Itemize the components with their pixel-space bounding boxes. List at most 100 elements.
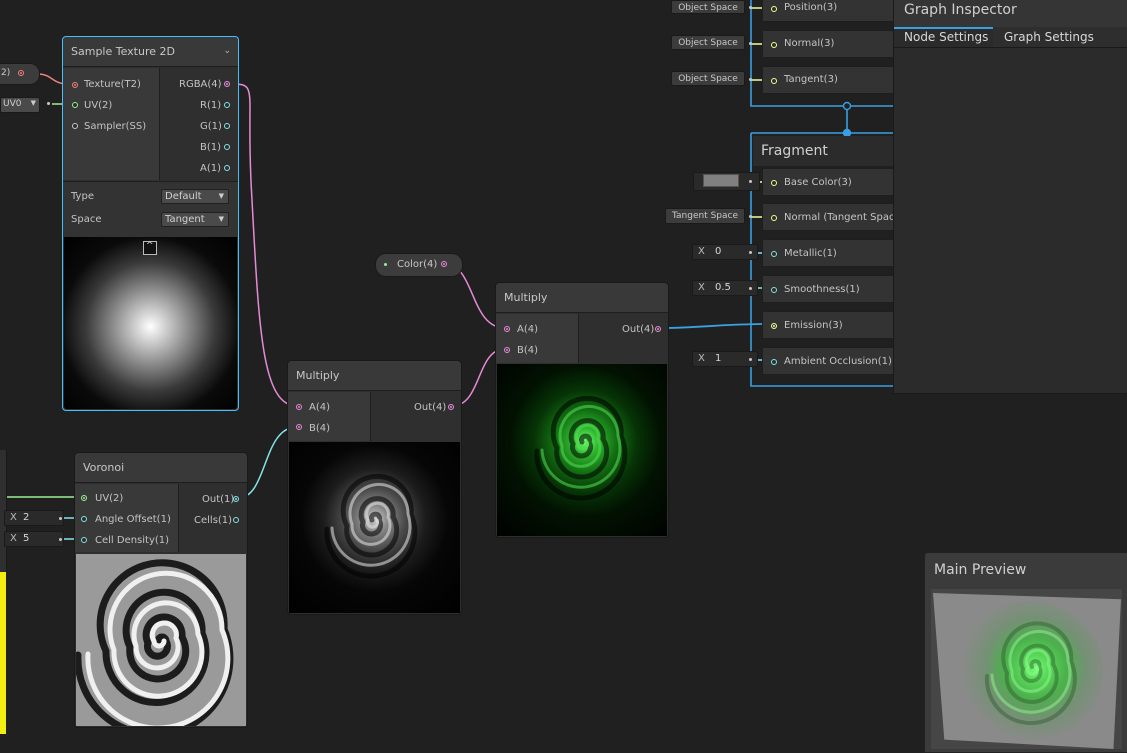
emission-label: Emission(3) (784, 320, 843, 331)
node-title: Voronoi (75, 453, 247, 483)
chevron-down-icon: ▼ (30, 99, 36, 107)
color-output-port[interactable] (441, 261, 447, 267)
inspector-title: Graph Inspector (904, 2, 1017, 18)
tangent-port[interactable] (771, 78, 777, 84)
angle-offset-field[interactable]: X 2 (4, 510, 64, 526)
base-color-port[interactable] (771, 180, 777, 186)
cell-density-value[interactable]: 5 (23, 533, 29, 544)
ambient-occlusion-field[interactable]: X 1 (692, 351, 758, 367)
voronoi-node[interactable]: Voronoi UV(2) Angle Offset(1) Cell Densi… (74, 452, 248, 728)
normal-tangent-space-pill[interactable]: Tangent Space (665, 208, 745, 224)
dropdown-arrow-icon: ▼ (218, 192, 224, 200)
cells-port[interactable] (233, 517, 239, 523)
angle-offset-value[interactable]: 2 (23, 512, 29, 523)
cells-output-label: Cells(1) (194, 515, 233, 526)
space-label: Space (71, 214, 102, 225)
base-color-swatch[interactable] (703, 174, 739, 187)
normal-port[interactable] (771, 42, 777, 48)
texture-property-pill[interactable]: 2) (0, 63, 40, 85)
tab-graph-settings[interactable]: Graph Settings (994, 27, 1104, 47)
vertex-normal-row[interactable]: Normal(3) (762, 30, 894, 58)
tangent-space-pill[interactable]: Object Space (671, 71, 745, 86)
connector-dot (59, 538, 62, 541)
emission-port[interactable] (771, 323, 777, 329)
out-port[interactable] (655, 326, 661, 332)
type-dropdown[interactable]: Default ▼ (161, 189, 229, 204)
b-port[interactable] (296, 424, 302, 430)
uv-port[interactable] (72, 102, 78, 108)
position-space-pill[interactable]: Object Space (671, 0, 745, 14)
fragment-metallic-row[interactable]: Metallic(1) (762, 239, 894, 267)
fragment-normal-row[interactable]: Normal (Tangent Space) (762, 203, 905, 231)
texture-port[interactable] (72, 82, 78, 88)
x-label: X (10, 533, 17, 544)
sampler-port[interactable] (72, 123, 78, 129)
metallic-port[interactable] (771, 251, 777, 257)
connector-dot (749, 42, 752, 45)
smoothness-field[interactable]: X 0.5 (692, 280, 758, 296)
main-preview-viewport[interactable] (931, 589, 1122, 749)
graph-inspector-panel[interactable]: Graph Inspector Node Settings Graph Sett… (893, 0, 1127, 394)
a-port[interactable] (224, 165, 230, 171)
tab-node-settings[interactable]: Node Settings (894, 27, 993, 47)
fragment-emission-row[interactable]: Emission(3) (762, 311, 894, 339)
g-port[interactable] (224, 123, 230, 129)
metallic-field[interactable]: X 0 (692, 244, 758, 260)
uv-port[interactable] (81, 495, 87, 501)
connector-dot (749, 251, 752, 254)
connector-dot (59, 517, 62, 520)
fragment-normal-label: Normal (Tangent Space) (784, 212, 905, 223)
b-port[interactable] (504, 347, 510, 353)
metallic-label: Metallic(1) (784, 248, 837, 259)
metallic-value[interactable]: 0 (715, 246, 721, 257)
cell-density-field[interactable]: X 5 (4, 531, 64, 547)
g-output-label: G(1) (200, 121, 222, 132)
multiply-node-1[interactable]: Multiply A(4) B(4) Out(4) (287, 360, 462, 615)
texture-input-label: Texture(T2) (84, 79, 141, 90)
normal-space-pill[interactable]: Object Space (671, 35, 745, 50)
vertex-tangent-row[interactable]: Tangent(3) (762, 66, 894, 94)
b-port[interactable] (224, 144, 230, 150)
connector-dot (749, 215, 752, 218)
preview-swirl-pattern (984, 621, 1077, 726)
texture-property-label: 2) (1, 68, 11, 78)
chevron-down-icon[interactable]: ⌄ (223, 46, 231, 56)
collapse-preview-button[interactable]: ^ (143, 241, 157, 255)
connector-dot (749, 180, 752, 183)
smoothness-label: Smoothness(1) (784, 284, 860, 295)
main-preview-panel[interactable]: Main Preview (924, 552, 1127, 753)
cell-density-port[interactable] (81, 537, 87, 543)
voronoi-preview (76, 554, 246, 726)
multiply-green-preview (497, 364, 667, 536)
position-label: Position(3) (784, 2, 838, 13)
b-input-label: B(4) (309, 423, 331, 434)
smoothness-value[interactable]: 0.5 (715, 282, 731, 293)
vertex-position-row[interactable]: Position(3) (762, 0, 894, 22)
r-port[interactable] (224, 102, 230, 108)
uv-channel-field[interactable]: UV0 ▼ (0, 97, 40, 113)
fragment-base-color-row[interactable]: Base Color(3) (762, 168, 894, 196)
a-port[interactable] (504, 326, 510, 332)
b-input-label: B(4) (517, 345, 539, 356)
fragment-smoothness-row[interactable]: Smoothness(1) (762, 275, 894, 303)
type-label: Type (71, 191, 94, 202)
smoothness-port[interactable] (771, 287, 777, 293)
fragment-normal-port[interactable] (771, 215, 777, 221)
ambient-occlusion-port[interactable] (771, 359, 777, 365)
base-color-label: Base Color(3) (784, 177, 852, 188)
base-color-swatch-field[interactable] (693, 172, 760, 191)
color-property-node[interactable]: Color(4) (375, 253, 463, 277)
fragment-ambient-occlusion-row[interactable]: Ambient Occlusion(1) (762, 347, 894, 375)
position-port[interactable] (771, 6, 777, 12)
space-dropdown[interactable]: Tangent ▼ (161, 212, 229, 227)
out-port[interactable] (448, 404, 454, 410)
ambient-occlusion-value[interactable]: 1 (715, 353, 721, 364)
tangent-space-label: Tangent Space (672, 211, 738, 221)
rgba-port[interactable] (224, 81, 230, 87)
texture-property-port[interactable] (18, 70, 24, 76)
multiply-node-2[interactable]: Multiply A(4) B(4) Out(4) (495, 282, 669, 538)
sample-texture-2d-node[interactable]: Sample Texture 2D ⌄ Texture(T2) UV(2) Sa… (62, 36, 239, 411)
out-port[interactable] (233, 496, 239, 502)
angle-offset-port[interactable] (81, 516, 87, 522)
a-port[interactable] (296, 404, 302, 410)
